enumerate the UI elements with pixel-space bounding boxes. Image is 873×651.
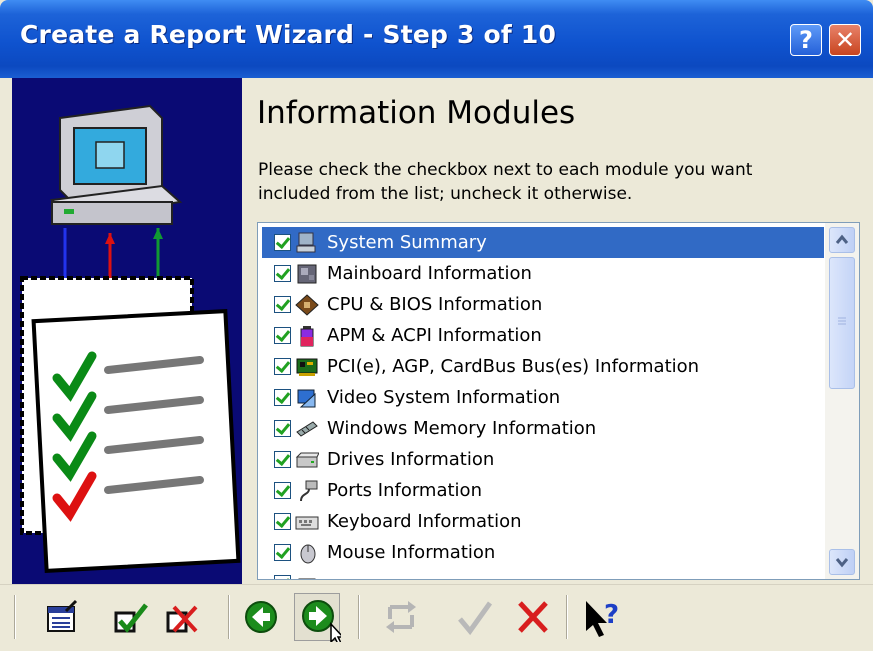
checkbox[interactable] [274,234,291,251]
wizard-toolbar: ? [0,584,873,651]
cancel-button[interactable] [510,593,556,641]
battery-icon [300,325,314,346]
list-item[interactable]: Drives Information [262,444,824,475]
checkbox[interactable] [274,389,291,406]
modules-listbox[interactable]: System Summary Mainboard Information CPU… [257,222,860,580]
list-item[interactable]: PCI(e), AGP, CardBus Bus(es) Information [262,351,824,382]
checkbox[interactable] [274,265,291,282]
scroll-up-button[interactable] [829,227,855,253]
memory-icon [296,420,318,437]
list-item-label: Windows Memory Information [327,418,597,439]
video-icon [297,389,316,407]
uncheck-all-icon [166,605,198,633]
window-title: Create a Report Wizard - Step 3 of 10 [20,20,557,49]
list-item[interactable]: System Summary [262,227,824,258]
expansion-card-icon [296,358,318,376]
scroll-thumb[interactable] [829,257,855,389]
list-item[interactable]: Ports Information [262,475,824,506]
modules-list: System Summary Mainboard Information CPU… [262,227,824,579]
list-item-label: CPU & BIOS Information [327,294,543,315]
checkbox[interactable] [274,327,291,344]
list-item-partial[interactable] [262,568,824,579]
list-item[interactable]: APM & ACPI Information [262,320,824,351]
scroll-down-button[interactable] [829,549,855,575]
vertical-scrollbar[interactable] [825,223,859,579]
list-item[interactable]: CPU & BIOS Information [262,289,824,320]
swap-button [378,593,424,641]
list-item-label: System Summary [327,232,487,253]
swap-icon [386,601,416,633]
svg-text:?: ? [604,600,619,630]
list-item-label: Ports Information [327,480,482,501]
toolbar-separator [228,595,230,639]
checkbox[interactable] [274,513,291,530]
sound-icon [298,578,316,579]
list-item[interactable]: Windows Memory Information [262,413,824,444]
grip-icon [838,317,846,325]
list-item[interactable]: Video System Information [262,382,824,413]
computer-report-illustration [20,104,241,573]
keyboard-icon [295,516,319,529]
checkbox[interactable] [274,358,291,375]
title-bar[interactable]: Create a Report Wizard - Step 3 of 10 ? … [0,0,873,78]
list-item-label: Drives Information [327,449,495,470]
instructions-text: Please check the checkbox next to each m… [258,160,753,204]
port-cable-icon [300,480,318,501]
wizard-window: Create a Report Wizard - Step 3 of 10 ? … [0,0,873,651]
checkbox[interactable] [274,420,291,437]
wizard-illustration [12,78,242,584]
drive-icon [295,452,319,467]
list-item-label: Mainboard Information [327,263,532,284]
list-item-label: PCI(e), AGP, CardBus Bus(es) Information [327,356,700,377]
check-all-icon [114,603,148,633]
checkbox[interactable] [274,575,291,579]
mouse-icon [300,544,316,563]
list-item-label: Keyboard Information [327,511,522,532]
back-button[interactable] [238,593,284,641]
list-item[interactable]: Keyboard Information [262,506,824,537]
list-item-label: APM & ACPI Information [327,325,542,346]
report-options-button[interactable] [40,593,86,641]
toolbar-separator [14,595,16,639]
checkbox[interactable] [274,544,291,561]
ok-check-icon [458,601,493,636]
list-item-label: Video System Information [327,387,561,408]
help-pointer-icon: ? [586,600,619,637]
checkbox[interactable] [274,296,291,313]
back-arrow-icon [245,601,277,633]
toolbar-separator [358,595,360,639]
list-item[interactable]: Mouse Information [262,537,824,568]
chevron-up-icon [835,234,849,244]
page-title: Information Modules [257,95,576,131]
ok-button [452,593,498,641]
context-help-button[interactable]: ? [578,593,624,641]
cancel-x-icon [518,601,548,633]
mainboard-icon [297,264,317,283]
checkbox[interactable] [274,451,291,468]
help-button[interactable]: ? [790,24,822,56]
next-arrow-icon [302,600,345,645]
report-options-icon [47,599,78,632]
toolbar-separator [566,595,568,639]
list-item-label: Mouse Information [327,542,496,563]
next-button[interactable] [294,593,345,645]
close-button[interactable]: ✕ [829,24,861,56]
list-item[interactable]: Mainboard Information [262,258,824,289]
chevron-down-icon [835,558,849,568]
computer-icon [296,232,316,252]
uncheck-all-button[interactable] [160,593,206,641]
cpu-icon [295,293,319,316]
check-all-button[interactable] [108,593,154,641]
checkbox[interactable] [274,482,291,499]
